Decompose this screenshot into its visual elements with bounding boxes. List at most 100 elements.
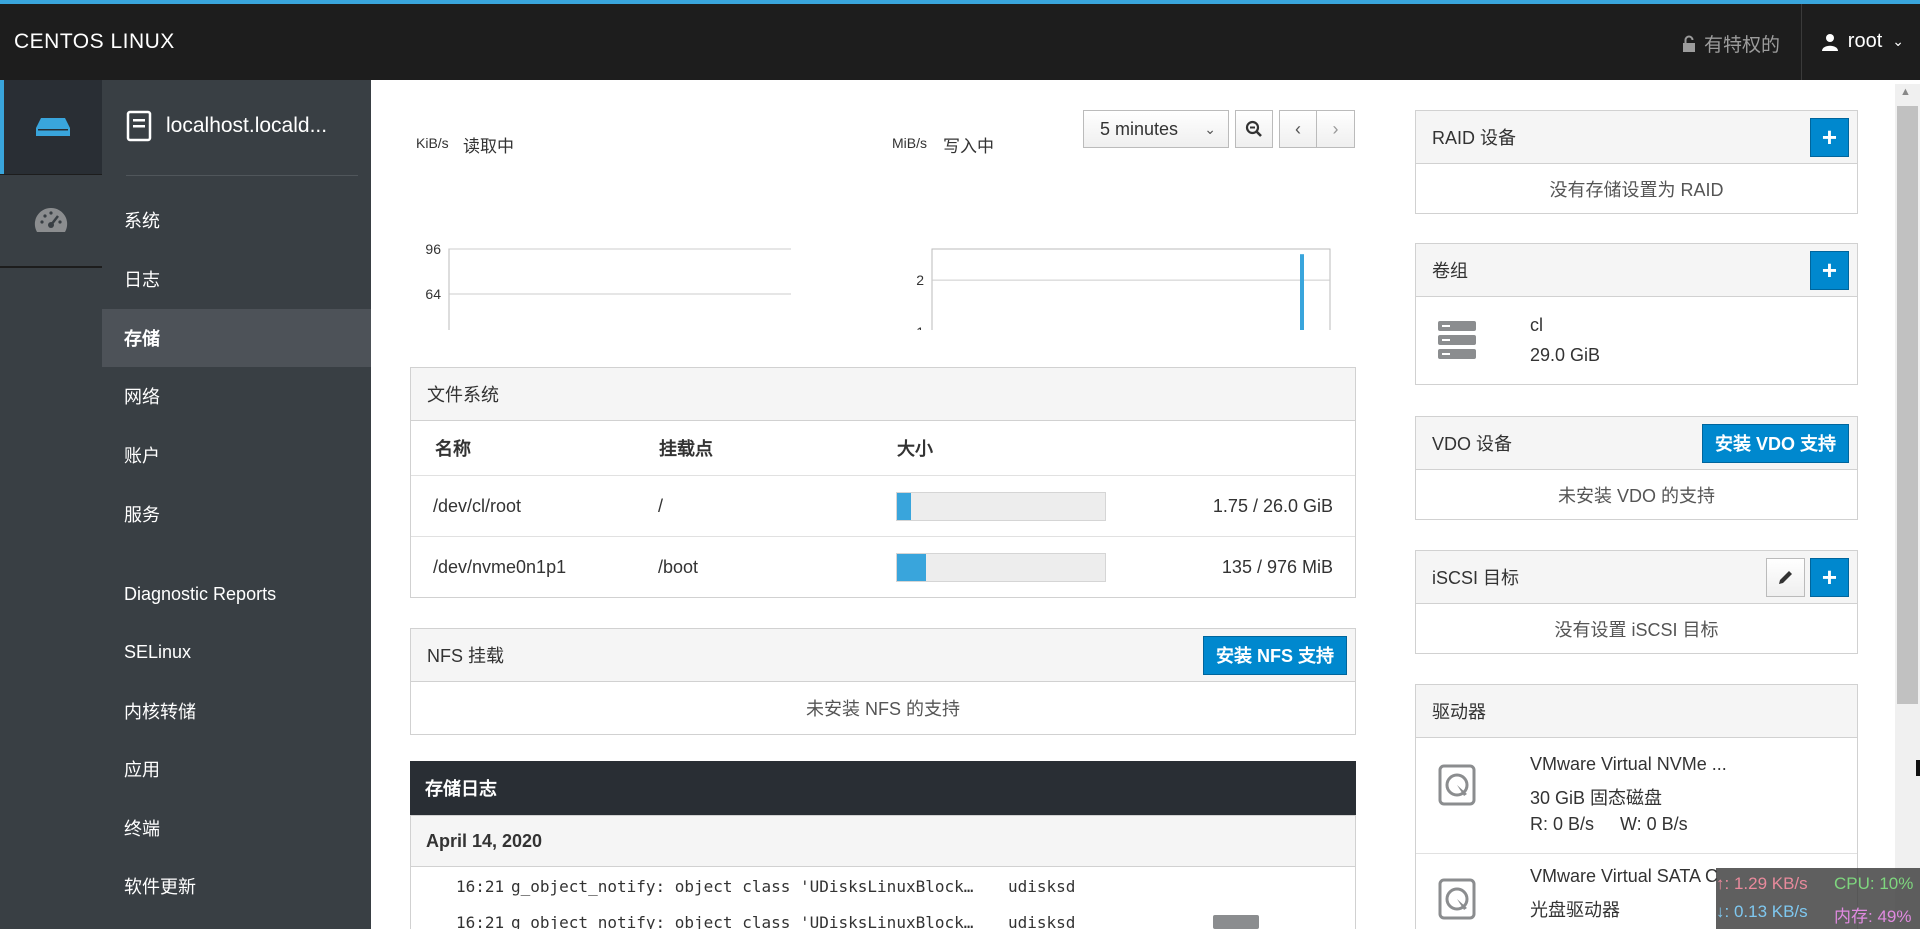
nav-item[interactable]: 账户 (102, 426, 371, 484)
page-scrollbar-thumb[interactable] (1897, 106, 1918, 704)
privilege-indicator[interactable]: 有特权的 (1682, 30, 1780, 57)
drive-read-rate: R: 0 B/s (1530, 814, 1595, 834)
volume-group-icon (1438, 321, 1476, 359)
log-message: g_object_notify: object class 'UDisksLin… (511, 913, 974, 929)
user-name: root (1847, 30, 1883, 52)
rail-dashboard[interactable] (0, 174, 102, 268)
vdo-panel: VDO 设备 安装 VDO 支持 未安装 VDO 的支持 (1415, 416, 1858, 520)
host-switcher[interactable]: localhost.locald... (126, 110, 327, 142)
raid-panel: RAID 设备 + 没有存储设置为 RAID (1415, 110, 1858, 214)
filesystem-name: /dev/cl/root (433, 495, 522, 516)
time-range-toolbar: 5 minutes ⌄ ‹ › (1083, 110, 1355, 148)
log-count-badge (1213, 915, 1259, 929)
host-name: localhost.locald... (166, 114, 328, 137)
drive-item[interactable]: VMware Virtual NVMe ... 30 GiB 固态磁盘 R: 0… (1416, 738, 1857, 854)
filesystems-title: 文件系统 (427, 385, 499, 405)
rail-host[interactable] (0, 80, 102, 174)
nav-item[interactable]: 存储 (102, 309, 371, 367)
raid-empty-message: 没有存储设置为 RAID (1549, 179, 1724, 200)
nav-item[interactable]: 日志 (102, 250, 371, 308)
nav-item-label: 软件更新 (124, 877, 196, 897)
edit-iscsi-button[interactable] (1766, 557, 1805, 597)
add-volume-group-button[interactable]: + (1810, 250, 1849, 290)
nav-item-label: 日志 (124, 270, 160, 290)
usage-bar-fill (897, 554, 926, 581)
plus-icon: + (1821, 561, 1838, 592)
system-monitor-overlay: ↑: 1.29 KB/s CPU: 10% ↓: 0.13 KB/s 内存: 4… (1716, 868, 1920, 929)
time-range-select[interactable]: 5 minutes ⌄ (1083, 110, 1229, 148)
iscsi-header: iSCSI 目标 + (1416, 551, 1857, 604)
drive-description: 光盘驱动器 (1530, 900, 1620, 920)
server-icon (36, 118, 70, 136)
table-row[interactable]: /dev/nvme0n1p1/boot 135 / 976 MiB (411, 537, 1355, 598)
next-button[interactable]: › (1317, 110, 1355, 148)
cursor-icon (1916, 760, 1920, 776)
add-raid-button[interactable]: + (1810, 117, 1849, 157)
nav-sidebar: localhost.locald... 系统日志存储 网络账户服务 Diagnost… (102, 80, 371, 929)
nfs-panel: NFS 挂载 安装 NFS 支持 未安装 NFS 的支持 (410, 628, 1356, 735)
write-chart-unit: MiB/s (892, 135, 927, 151)
plus-icon: + (1821, 254, 1838, 285)
nav-item[interactable]: 软件更新 (102, 857, 371, 915)
drives-title: 驱动器 (1432, 702, 1486, 722)
column-name: 名称 (435, 439, 471, 459)
filesystems-header: 文件系统 (411, 368, 1355, 421)
nav-item-label: 终端 (124, 819, 160, 839)
cpu-usage: CPU: 10% (1834, 874, 1914, 893)
log-time: 16:21 (456, 877, 505, 896)
nav-item[interactable]: 内核转储 (102, 682, 371, 740)
nfs-empty-message: 未安装 NFS 的支持 (805, 699, 960, 719)
nav-item-label: 应用 (124, 760, 160, 780)
table-row[interactable]: /dev/cl/root / 1.75 / 26.0 GiB (411, 476, 1355, 537)
vdo-title: VDO 设备 (1432, 434, 1513, 454)
document-icon (126, 110, 152, 142)
nav-item-label: 内核转储 (124, 702, 196, 722)
volume-group-item[interactable]: cl 29.0 GiB (1416, 297, 1857, 384)
nav-item[interactable]: 服务 (102, 485, 371, 543)
volume-groups-title: 卷组 (1432, 261, 1468, 281)
column-mount: 挂载点 (659, 439, 713, 459)
chevron-down-icon: ⌄ (1204, 120, 1216, 137)
icon-rail (0, 80, 102, 929)
nav-item[interactable]: 终端 (102, 799, 371, 857)
nav-item-label: 系统 (124, 211, 160, 231)
filesystems-panel: 文件系统 名称 挂载点 大小 /dev/cl/root / 1.75 / 26.0 … (410, 367, 1356, 598)
y-tick-label: 64 (425, 286, 441, 302)
nav-item[interactable]: 网络 (102, 367, 371, 425)
filesystems-column-headers: 名称 挂载点 大小 (411, 421, 1355, 476)
nav-item[interactable]: Diagnostic Reports (102, 565, 371, 623)
nav-item[interactable]: SELinux (102, 623, 371, 681)
y-tick-label: 2 (916, 272, 924, 288)
log-line[interactable]: 16:21 g_object_notify: object class 'UDis… (411, 877, 1355, 907)
previous-button[interactable]: ‹ (1279, 110, 1317, 148)
zoom-out-icon (1245, 120, 1262, 137)
log-date: April 14, 2020 (410, 815, 1356, 867)
read-chart-title: 读取中 (463, 137, 514, 156)
nfs-header: NFS 挂载 安装 NFS 支持 (411, 629, 1355, 682)
volume-group-size: 29.0 GiB (1530, 345, 1601, 365)
zoom-out-button[interactable] (1235, 110, 1273, 148)
install-nfs-button[interactable]: 安装 NFS 支持 (1202, 635, 1347, 675)
nav-item[interactable]: 应用 (102, 740, 371, 798)
column-size: 大小 (897, 439, 933, 459)
upload-rate: ↑: 1.29 KB/s (1716, 874, 1808, 893)
topbar-divider (1801, 4, 1802, 80)
nav-item-label: 账户 (124, 446, 160, 466)
iscsi-panel: iSCSI 目标 + 没有设置 iSCSI 目标 (1415, 550, 1858, 654)
add-iscsi-button[interactable]: + (1810, 557, 1849, 597)
user-icon (1821, 33, 1838, 51)
write-chart-title: 写入中 (943, 137, 994, 156)
drive-description: 30 GiB 固态磁盘 (1530, 788, 1663, 808)
vdo-empty-message: 未安装 VDO 的支持 (1557, 485, 1715, 506)
volume-groups-panel: 卷组 + cl 29.0 GiB (1415, 243, 1858, 385)
filesystem-size: 1.75 / 26.0 GiB (1212, 495, 1333, 516)
install-vdo-button[interactable]: 安装 VDO 支持 (1701, 423, 1849, 463)
main-content: 5 minutes ⌄ ‹ › KiB/s 读取中 966432016:2716… (371, 80, 1920, 929)
log-time: 16:21 (456, 913, 505, 929)
host-divider (126, 175, 358, 176)
nav-item[interactable]: 系统 (102, 191, 371, 249)
user-menu[interactable]: root ⌄ (1821, 30, 1904, 53)
iscsi-empty-message: 没有设置 iSCSI 目标 (1554, 619, 1719, 640)
filesystem-mount: / (658, 495, 664, 516)
scroll-up-arrow[interactable]: ▲ (1900, 86, 1911, 98)
